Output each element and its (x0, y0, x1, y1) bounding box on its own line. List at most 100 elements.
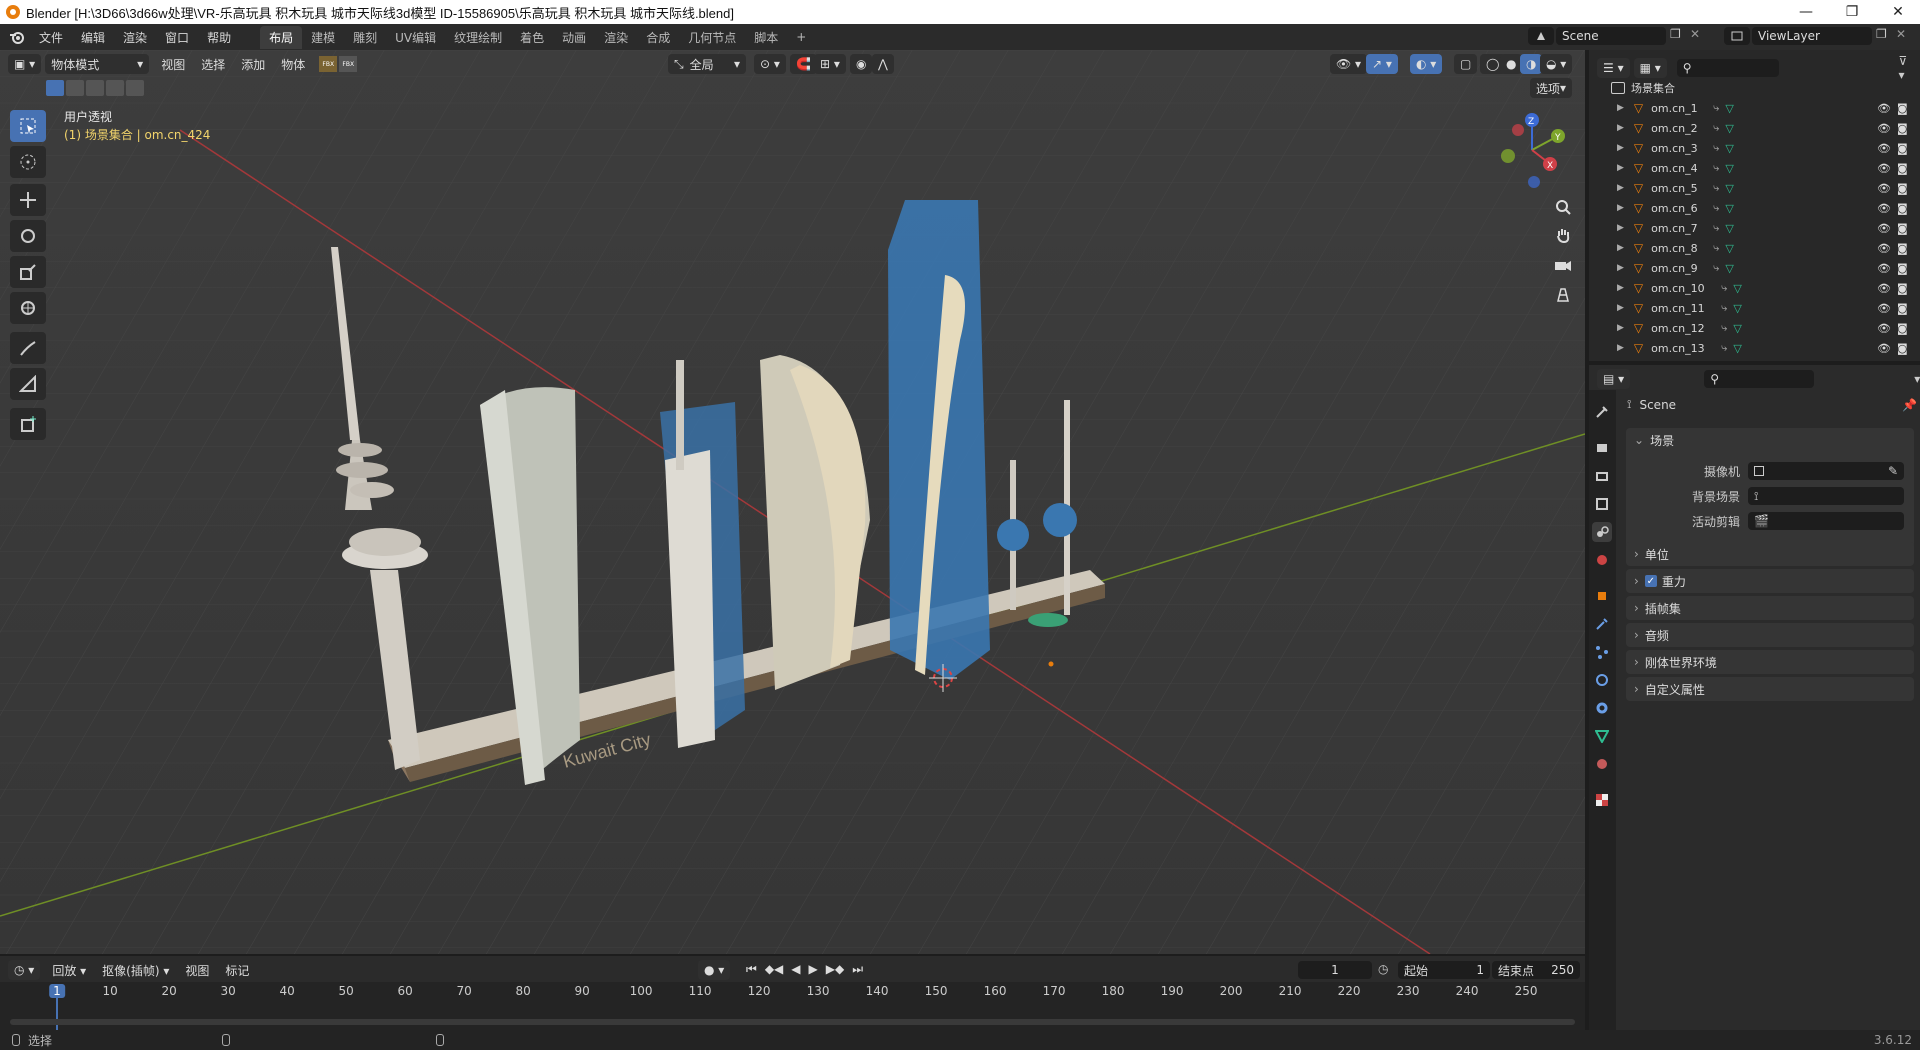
outliner-item[interactable]: ▶ ▽ om.cn_2 ⤷ ▽ 👁 ◙ (1589, 118, 1920, 138)
object-tab-icon[interactable] (1592, 586, 1612, 606)
pan-hand-icon[interactable] (1550, 222, 1576, 248)
select-invert-icon[interactable] (106, 80, 124, 96)
expand-arrow-icon[interactable]: ▶ (1617, 243, 1624, 253)
current-frame-field[interactable]: 1 (1298, 961, 1372, 979)
tab-texture-paint[interactable]: 纹理绘制 (445, 26, 511, 49)
tab-modeling[interactable]: 建模 (302, 26, 344, 49)
perspective-toggle-icon[interactable] (1550, 282, 1576, 308)
pin-icon[interactable]: 📌 (1902, 398, 1917, 412)
editor-type-icon[interactable]: ▣ ▾ (8, 54, 42, 74)
expand-arrow-icon[interactable]: ▶ (1617, 163, 1624, 173)
select-box-tool-icon[interactable] (10, 110, 46, 142)
end-frame-field[interactable]: 结束点 250 (1492, 961, 1580, 979)
select-intersect-icon[interactable] (126, 80, 144, 96)
overlay-toggle-icon[interactable]: ◐ ▾ (1410, 54, 1443, 74)
display-mode-icon[interactable]: ▦ ▾ (1633, 58, 1667, 78)
snap-toggle-icon[interactable]: 🧲 (790, 54, 817, 74)
render-camera-icon[interactable]: ◙ (1897, 262, 1908, 275)
visibility-eye-icon[interactable]: 👁 (1877, 102, 1891, 115)
restore-button[interactable]: ❐ (1829, 0, 1875, 24)
texture-tab-icon[interactable] (1592, 790, 1612, 810)
visibility-eye-icon[interactable]: 👁 (1877, 342, 1891, 355)
expand-arrow-icon[interactable]: ▶ (1617, 123, 1624, 133)
tab-sculpting[interactable]: 雕刻 (344, 26, 386, 49)
close-button[interactable]: ✕ (1875, 0, 1920, 24)
menu-edit[interactable]: 编辑 (72, 29, 114, 46)
preview-range-icon[interactable]: ◷ (1378, 962, 1388, 976)
outliner-item[interactable]: ▶ ▽ om.cn_7 ⤷ ▽ 👁 ◙ (1589, 218, 1920, 238)
visibility-eye-icon[interactable]: 👁 (1877, 322, 1891, 335)
camera-field[interactable]: ✎ (1748, 462, 1904, 480)
3d-viewport[interactable]: Kuwait City 用户透视 (1) 场景集合 | om.cn_424 Z … (0, 50, 1585, 954)
menu-window[interactable]: 窗口 (156, 29, 198, 46)
prev-keyframe-icon[interactable]: ◆◀ (765, 962, 783, 977)
transform-tool-icon[interactable] (10, 292, 46, 324)
render-camera-icon[interactable]: ◙ (1897, 162, 1908, 175)
mesh-data-tab-icon[interactable] (1592, 726, 1612, 746)
visibility-eye-icon[interactable]: 👁 (1877, 162, 1891, 175)
fbx-import-icon[interactable]: FBX (319, 56, 338, 72)
tab-rendering[interactable]: 渲染 (595, 26, 637, 49)
proportional-edit-icon[interactable]: ◉ (850, 54, 873, 74)
render-tab-icon[interactable] (1592, 438, 1612, 458)
render-camera-icon[interactable]: ◙ (1897, 122, 1908, 135)
jump-end-icon[interactable]: ⏭ (852, 962, 863, 977)
render-camera-icon[interactable]: ◙ (1897, 282, 1908, 295)
outliner-item[interactable]: ▶ ▽ om.cn_10 ⤷ ▽ 👁 ◙ (1589, 278, 1920, 298)
menu-object[interactable]: 物体 (273, 56, 313, 73)
expand-arrow-icon[interactable]: ▶ (1617, 323, 1624, 333)
gravity-panel[interactable]: › ✓ 重力 (1626, 569, 1914, 593)
outliner-item[interactable]: ▶ ▽ om.cn_1 ⤷ ▽ 👁 ◙ (1589, 98, 1920, 118)
outliner-item[interactable]: ▶ ▽ om.cn_11 ⤷ ▽ 👁 ◙ (1589, 298, 1920, 318)
expand-arrow-icon[interactable]: ▶ (1617, 263, 1624, 273)
blender-menu-icon[interactable] (4, 27, 30, 47)
custom-properties-panel[interactable]: › 自定义属性 (1626, 677, 1914, 701)
render-camera-icon[interactable]: ◙ (1897, 142, 1908, 155)
snap-target-icon[interactable]: ⊞ ▾ (814, 54, 846, 74)
tab-uv-editing[interactable]: UV编辑 (386, 26, 445, 49)
timeline-view-menu[interactable]: 视图 (177, 962, 217, 979)
scene-selector-icon[interactable] (1528, 27, 1554, 45)
scene-name-field[interactable]: Scene (1556, 27, 1666, 45)
render-camera-icon[interactable]: ◙ (1897, 322, 1908, 335)
menu-file[interactable]: 文件 (30, 29, 72, 46)
rotate-tool-icon[interactable] (10, 220, 46, 252)
visibility-icon[interactable]: 👁 ▾ (1330, 54, 1368, 74)
select-extend-icon[interactable] (66, 80, 84, 96)
expand-arrow-icon[interactable]: ▶ (1617, 283, 1624, 293)
mode-selector[interactable]: 物体模式 ▾ (45, 54, 150, 74)
view-layer-icon[interactable] (1724, 27, 1750, 45)
expand-arrow-icon[interactable]: ▶ (1617, 343, 1624, 353)
render-camera-icon[interactable]: ◙ (1897, 302, 1908, 315)
world-tab-icon[interactable] (1592, 550, 1612, 570)
new-view-layer-icon[interactable]: ❐ (1876, 27, 1896, 45)
tab-compositing[interactable]: 合成 (637, 26, 679, 49)
units-panel[interactable]: › 单位 (1626, 542, 1914, 566)
glass-tower-main[interactable] (888, 200, 990, 680)
proportional-falloff-icon[interactable]: ⋀ (872, 54, 894, 74)
outliner-item[interactable]: ▶ ▽ om.cn_9 ⤷ ▽ 👁 ◙ (1589, 258, 1920, 278)
minimize-button[interactable]: — (1783, 0, 1829, 24)
scale-tool-icon[interactable] (10, 256, 46, 288)
rigid-body-world-panel[interactable]: › 刚体世界环境 (1626, 650, 1914, 674)
viewport-scene[interactable]: Kuwait City (0, 50, 1585, 954)
measure-tool-icon[interactable] (10, 368, 46, 400)
visibility-eye-icon[interactable]: 👁 (1877, 302, 1891, 315)
render-camera-icon[interactable]: ◙ (1897, 222, 1908, 235)
camera-view-icon[interactable] (1550, 252, 1576, 278)
transform-orientation-dropdown[interactable]: ⤡ 全局 ▾ (668, 54, 746, 74)
output-tab-icon[interactable] (1592, 466, 1612, 486)
add-cube-tool-icon[interactable] (10, 408, 46, 440)
options-dropdown[interactable]: 选项 ▾ (1530, 78, 1573, 98)
menu-render[interactable]: 渲染 (114, 29, 156, 46)
visibility-eye-icon[interactable]: 👁 (1877, 262, 1891, 275)
auto-keying-icon[interactable]: ● ▾ (698, 960, 731, 980)
outliner-scene-collection[interactable]: 场景集合 (1589, 78, 1920, 98)
jump-start-icon[interactable]: ⏮ (746, 962, 757, 977)
render-camera-icon[interactable]: ◙ (1897, 182, 1908, 195)
add-workspace-button[interactable]: + (787, 27, 815, 47)
expand-arrow-icon[interactable]: ▶ (1617, 203, 1624, 213)
material-tab-icon[interactable] (1592, 754, 1612, 774)
delete-scene-icon[interactable]: ✕ (1690, 27, 1706, 45)
xray-toggle-icon[interactable]: ▢ (1454, 54, 1478, 74)
